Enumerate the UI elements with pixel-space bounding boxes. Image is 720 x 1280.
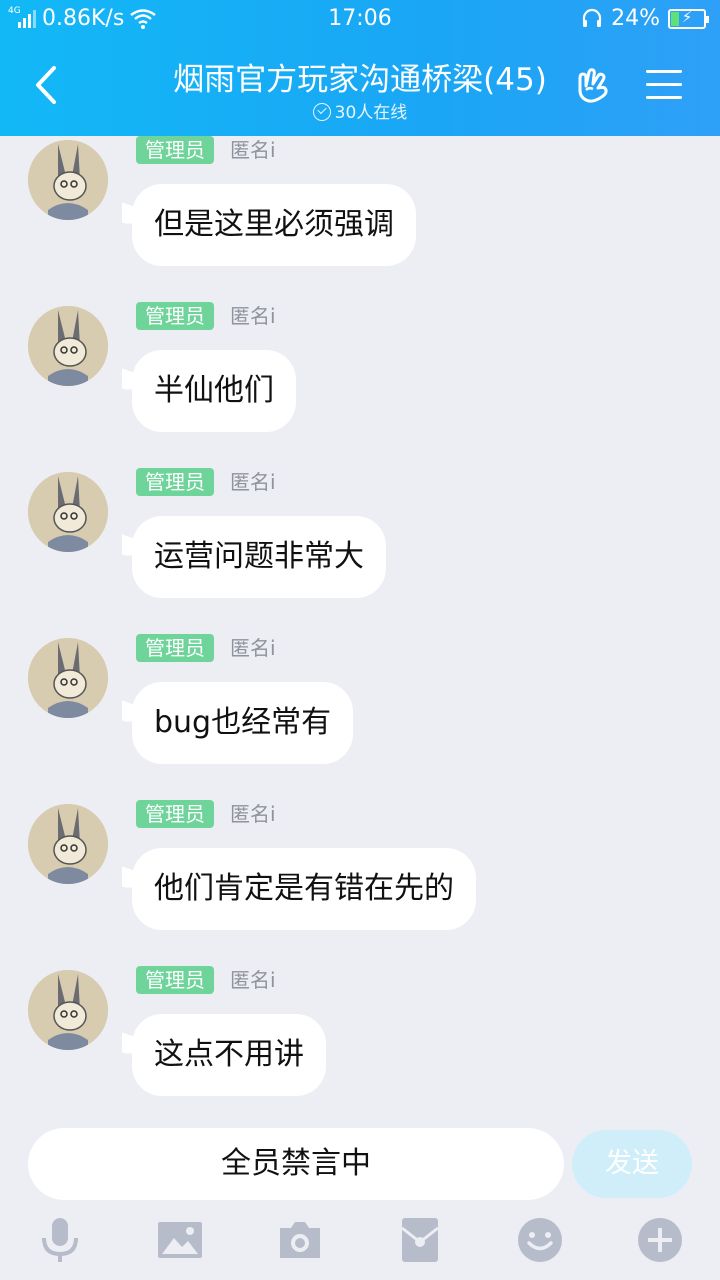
sender-nickname[interactable]: 匿名i [230,800,276,828]
message-bubble[interactable]: bug也经常有 [132,682,354,764]
group-title[interactable]: 烟雨官方玩家沟通桥梁(45) [140,54,580,99]
sender-nickname[interactable]: 匿名i [230,302,276,330]
sender-nickname[interactable]: 匿名i [230,468,276,496]
admin-badge: 管理员 [136,468,214,496]
message-row: 管理员 匿名i bug也经常有 [0,634,720,804]
input-area: 全员禁言中 发送 [0,1112,720,1280]
status-right: 24% ⚡ [581,6,709,31]
send-button[interactable]: 发送 [572,1130,692,1198]
camera-icon[interactable] [276,1216,324,1264]
red-packet-icon[interactable] [396,1216,444,1264]
online-check-icon [312,103,331,121]
hand-gesture-icon[interactable] [572,64,614,106]
charging-icon: ⚡ [681,7,693,26]
message-row: 管理员 匿名i 半仙他们 [0,302,720,472]
sender-nickname[interactable]: 匿名i [230,136,276,164]
admin-badge: 管理员 [136,966,214,994]
avatar[interactable] [28,306,108,386]
emoji-icon[interactable] [516,1216,564,1264]
headset-icon [582,8,602,27]
message-bubble[interactable]: 半仙他们 [132,350,296,432]
chat-header: 4G 0.86K/s 17:06 24% ⚡ 烟雨官方玩家沟通桥梁(45) 30… [0,0,720,136]
avatar[interactable] [28,638,108,718]
sender-nickname[interactable]: 匿名i [230,634,276,662]
message-bubble[interactable]: 这点不用讲 [132,1014,326,1096]
admin-badge: 管理员 [136,800,214,828]
message-bubble[interactable]: 但是这里必须强调 [132,184,416,266]
battery-icon: ⚡ [668,7,709,29]
avatar[interactable] [28,472,108,552]
menu-button[interactable] [646,70,682,100]
mic-icon[interactable] [36,1216,84,1264]
admin-badge: 管理员 [136,302,214,330]
image-icon[interactable] [156,1216,204,1264]
avatar[interactable] [28,970,108,1050]
online-text: 30人在线 [334,103,408,123]
message-bubble[interactable]: 他们肯定是有错在先的 [132,848,476,930]
message-bubble[interactable]: 运营问题非常大 [132,516,386,598]
message-input-muted[interactable]: 全员禁言中 [28,1128,564,1200]
battery-percent: 24% [611,6,660,31]
message-row: 管理员 匿名i 但是这里必须强调 [0,136,720,306]
avatar[interactable] [28,804,108,884]
admin-badge: 管理员 [136,136,214,164]
plus-icon[interactable] [636,1216,684,1264]
avatar[interactable] [28,140,108,220]
message-row: 管理员 匿名i 运营问题非常大 [0,468,720,638]
status-bar: 4G 0.86K/s 17:06 24% ⚡ [0,0,720,40]
sender-nickname[interactable]: 匿名i [230,966,276,994]
admin-badge: 管理员 [136,634,214,662]
message-row: 管理员 匿名i 他们肯定是有错在先的 [0,800,720,970]
